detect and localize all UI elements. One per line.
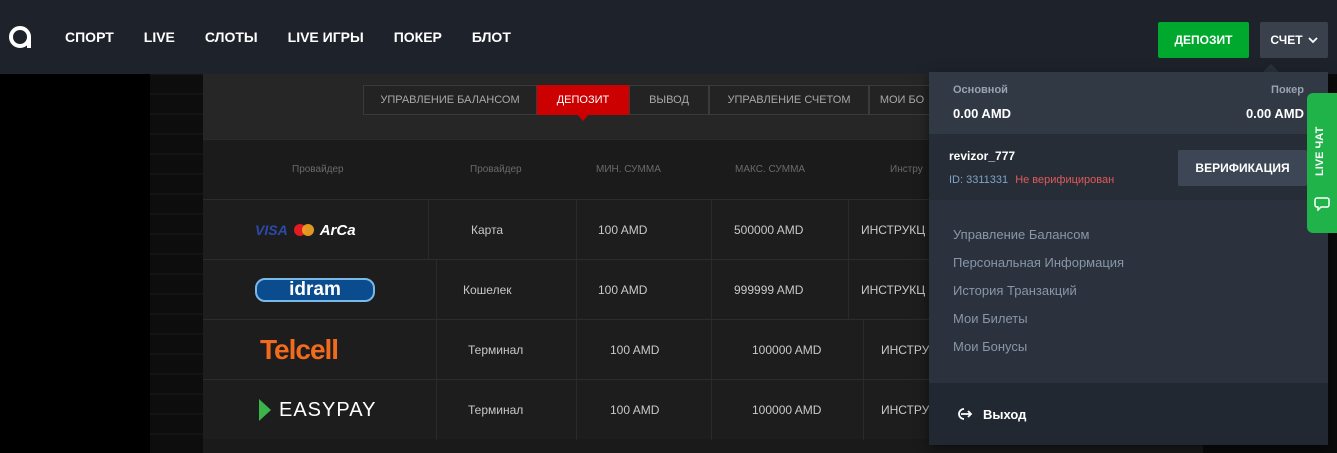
tab-balance-management[interactable]: УПРАВЛЕНИЕ БАЛАНСОМ xyxy=(363,85,537,115)
tab-deposit[interactable]: ДЕПОЗИТ xyxy=(537,85,629,121)
column-divider xyxy=(436,320,437,380)
telcell-logo-text: Telcell xyxy=(260,334,339,365)
account-dropdown: Основной 0.00 AMD Покер 0.00 AMD revizor… xyxy=(929,72,1328,445)
easypay-logo-text-2: PAY xyxy=(336,398,377,421)
verification-status: Не верифицирован xyxy=(1015,174,1115,186)
telcell-logo: Telcell xyxy=(260,320,339,380)
min-amount: 100 AMD xyxy=(598,283,648,297)
tab-my-bonuses[interactable]: МОИ БО xyxy=(869,85,935,115)
header-max-amount: МАКС. СУММА xyxy=(735,164,806,175)
visa-mastercard-arca-logo: VISA ArCa xyxy=(255,200,356,260)
column-divider xyxy=(711,380,712,440)
nav-poker[interactable]: ПОКЕР xyxy=(394,29,442,45)
provider-type: Терминал xyxy=(468,403,524,417)
header-instructions: Инстру xyxy=(890,164,923,175)
menu-balance-management[interactable]: Управление Балансом xyxy=(953,225,1124,253)
logout-icon xyxy=(958,408,973,420)
instructions-link[interactable]: ИНСТРУ xyxy=(881,380,929,440)
user-id: ID: 3311331 xyxy=(949,174,1009,186)
idram-logo-text: idram xyxy=(289,279,341,300)
visa-logo-text: VISA xyxy=(255,222,288,238)
menu-transaction-history[interactable]: История Транзакций xyxy=(953,281,1124,309)
nav-blot[interactable]: БЛОТ xyxy=(472,29,511,45)
logout-button[interactable]: Выход xyxy=(929,383,1328,445)
easypay-logo: EASY PAY xyxy=(259,380,376,440)
main-balance-value: 0.00 AMD xyxy=(953,106,1012,121)
poker-balance-value: 0.00 AMD xyxy=(1245,106,1304,121)
column-divider xyxy=(863,380,864,440)
min-amount: 100 AMD xyxy=(598,223,648,237)
account-button-label: СЧЕТ xyxy=(1270,33,1303,47)
column-divider xyxy=(428,200,429,260)
menu-my-bonuses[interactable]: Мои Бонусы xyxy=(953,337,1124,365)
easypay-logo-text-1: EASY xyxy=(279,398,337,421)
account-button[interactable]: СЧЕТ xyxy=(1260,22,1328,58)
max-amount: 100000 AMD xyxy=(752,403,822,417)
verify-button[interactable]: ВЕРИФИКАЦИЯ xyxy=(1178,150,1307,186)
column-divider xyxy=(848,200,849,260)
nav-slots[interactable]: СЛОТЫ xyxy=(205,29,258,45)
column-divider xyxy=(576,200,577,260)
column-divider xyxy=(863,320,864,380)
header-provider-logo: Провайдер xyxy=(292,164,344,175)
live-chat-tab[interactable]: LIVE ЧАТ xyxy=(1307,93,1337,233)
user-info-panel: revizor_777 ID: 3311331 Не верифицирован… xyxy=(929,134,1328,200)
column-divider xyxy=(711,320,712,380)
poker-balance-label: Покер xyxy=(1271,84,1304,96)
tab-account-management[interactable]: УПРАВЛЕНИЕ СЧЕТОМ xyxy=(709,85,869,115)
idram-logo: idram xyxy=(255,260,375,320)
menu-my-tickets[interactable]: Мои Билеты xyxy=(953,309,1124,337)
instructions-link[interactable]: ИНСТРУ xyxy=(881,320,929,380)
column-divider xyxy=(576,260,577,320)
chat-bubble-icon xyxy=(1314,197,1330,211)
logout-label: Выход xyxy=(983,406,1027,422)
column-divider xyxy=(436,260,437,320)
nav-sport[interactable]: СПОРТ xyxy=(65,29,114,45)
max-amount: 500000 AMD xyxy=(734,223,804,237)
instructions-link[interactable]: ИНСТРУКЦ xyxy=(861,200,925,260)
provider-type: Карта xyxy=(471,223,504,237)
header-provider-type: Провайдер xyxy=(470,164,522,175)
column-divider xyxy=(576,380,577,440)
nav-live[interactable]: LIVE xyxy=(144,29,175,45)
provider-type: Терминал xyxy=(468,343,524,357)
account-tabs: УПРАВЛЕНИЕ БАЛАНСОМ ДЕПОЗИТ ВЫВОД УПРАВЛ… xyxy=(363,85,935,121)
max-amount: 100000 AMD xyxy=(752,343,822,357)
column-divider xyxy=(436,380,437,440)
main-nav: СПОРТ LIVE СЛОТЫ LIVE ИГРЫ ПОКЕР БЛОТ xyxy=(65,0,541,74)
username: revizor_777 xyxy=(949,149,1016,163)
column-divider xyxy=(576,320,577,380)
account-menu: Управление Балансом Персональная Информа… xyxy=(953,225,1124,365)
mastercard-icon xyxy=(293,224,314,236)
live-chat-label: LIVE ЧАТ xyxy=(1314,126,1326,176)
arca-logo-text: ArCa xyxy=(319,221,356,239)
brick-pattern xyxy=(150,74,203,453)
min-amount: 100 AMD xyxy=(610,403,660,417)
column-divider xyxy=(711,200,712,260)
tab-withdraw[interactable]: ВЫВОД xyxy=(629,85,709,115)
column-divider xyxy=(711,260,712,320)
provider-type: Кошелек xyxy=(463,283,512,297)
user-id-line: ID: 3311331 Не верифицирован xyxy=(949,174,1114,186)
column-divider xyxy=(848,260,849,320)
deposit-button[interactable]: ДЕПОЗИТ xyxy=(1158,22,1249,58)
balance-panel: Основной 0.00 AMD Покер 0.00 AMD xyxy=(929,72,1328,134)
main-balance-label: Основной xyxy=(953,84,1008,96)
menu-personal-info[interactable]: Персональная Информация xyxy=(953,253,1124,281)
header-min-amount: МИН. СУММА xyxy=(596,164,661,175)
easypay-mark-icon xyxy=(259,399,271,421)
instructions-link[interactable]: ИНСТРУКЦ xyxy=(861,260,925,320)
nav-live-games[interactable]: LIVE ИГРЫ xyxy=(288,29,364,45)
min-amount: 100 AMD xyxy=(610,343,660,357)
chevron-down-icon xyxy=(1307,37,1318,44)
site-logo[interactable] xyxy=(8,24,34,50)
top-navigation-bar: СПОРТ LIVE СЛОТЫ LIVE ИГРЫ ПОКЕР БЛОТ ДЕ… xyxy=(0,0,1337,74)
max-amount: 999999 AMD xyxy=(734,283,804,297)
